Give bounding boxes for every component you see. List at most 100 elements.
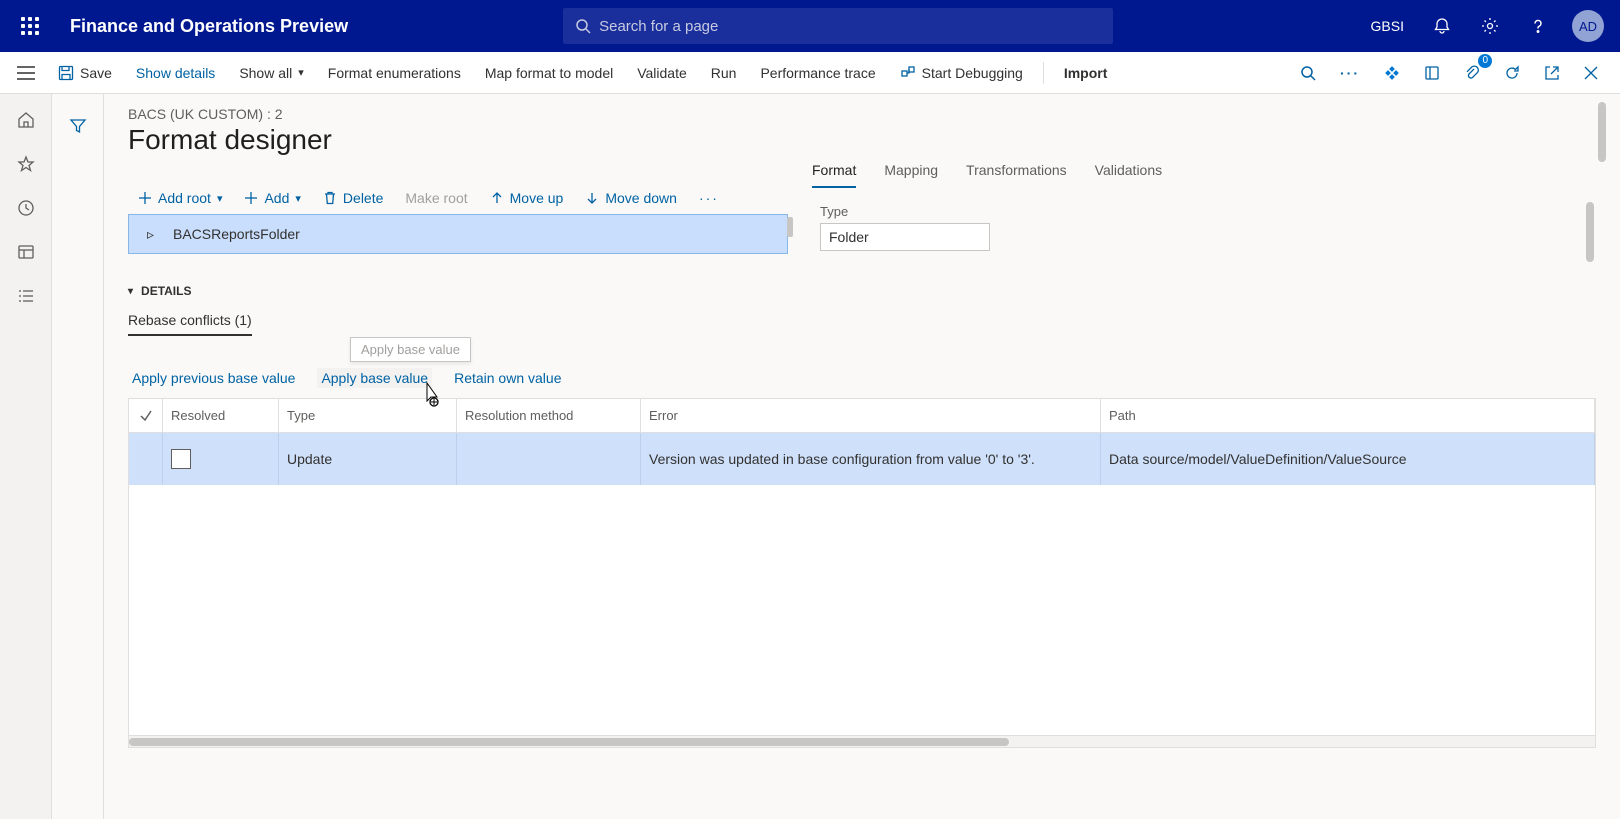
- tab-mapping[interactable]: Mapping: [884, 162, 938, 188]
- rebase-conflicts-tab[interactable]: Rebase conflicts (1): [128, 312, 252, 336]
- search-icon: [575, 18, 591, 34]
- collapse-icon: ▾: [128, 286, 133, 297]
- col-error[interactable]: Error: [641, 399, 1101, 433]
- map-format-button[interactable]: Map format to model: [473, 52, 625, 94]
- chevron-down-icon: ▾: [217, 192, 223, 205]
- nav-toggle-icon[interactable]: [6, 53, 46, 93]
- workspaces-icon[interactable]: [6, 232, 46, 272]
- tree-item-label: BACSReportsFolder: [173, 226, 300, 242]
- app-title: Finance and Operations Preview: [70, 16, 348, 37]
- apply-base-value-button[interactable]: Apply base value: [317, 368, 432, 388]
- help-icon[interactable]: [1516, 4, 1560, 48]
- action-bar: Save Show details Show all ▾ Format enum…: [0, 52, 1620, 94]
- property-tabs: Format Mapping Transformations Validatio…: [812, 162, 1596, 188]
- modules-icon[interactable]: [6, 276, 46, 316]
- col-resolved[interactable]: Resolved: [163, 399, 279, 433]
- settings-icon[interactable]: [1468, 4, 1512, 48]
- show-all-label: Show all: [239, 65, 292, 81]
- show-details-button[interactable]: Show details: [124, 52, 227, 94]
- col-method[interactable]: Resolution method: [457, 399, 641, 433]
- breadcrumb: BACS (UK CUSTOM) : 2: [128, 106, 1596, 122]
- user-avatar[interactable]: AD: [1572, 10, 1604, 42]
- save-button[interactable]: Save: [46, 52, 124, 94]
- row-handle[interactable]: [129, 433, 163, 485]
- conflicts-grid: Resolved Type Resolution method Error Pa…: [128, 398, 1596, 748]
- filter-icon[interactable]: [58, 106, 98, 146]
- tree-overflow-icon[interactable]: ···: [689, 182, 729, 214]
- home-icon[interactable]: [6, 100, 46, 140]
- chevron-down-icon: ▾: [295, 192, 301, 205]
- run-button[interactable]: Run: [699, 52, 749, 94]
- search-input[interactable]: [599, 18, 1101, 35]
- retain-own-value-button[interactable]: Retain own value: [450, 368, 565, 388]
- office-icon[interactable]: [1412, 52, 1452, 94]
- import-button[interactable]: Import: [1052, 52, 1120, 94]
- cell-resolved[interactable]: [163, 433, 279, 485]
- global-header: Finance and Operations Preview GBSI AD: [0, 0, 1620, 52]
- validate-button[interactable]: Validate: [625, 52, 699, 94]
- attachments-badge: 0: [1478, 54, 1492, 68]
- chevron-down-icon: ▾: [298, 66, 304, 79]
- popout-icon[interactable]: [1532, 52, 1572, 94]
- favorites-icon[interactable]: [6, 144, 46, 184]
- arrow-down-icon: [585, 191, 599, 205]
- debug-icon: [900, 65, 916, 81]
- global-search[interactable]: [563, 8, 1113, 44]
- grid-header-row: Resolved Type Resolution method Error Pa…: [129, 399, 1595, 433]
- attachments-icon[interactable]: 0: [1452, 52, 1492, 94]
- col-type[interactable]: Type: [279, 399, 457, 433]
- type-input[interactable]: Folder: [820, 223, 990, 251]
- tab-validations[interactable]: Validations: [1095, 162, 1162, 188]
- delete-button[interactable]: Delete: [313, 182, 393, 214]
- page-title: Format designer: [128, 124, 1596, 156]
- move-up-label: Move up: [510, 190, 564, 206]
- conflict-actions: Apply previous base value Apply base val…: [128, 368, 1596, 388]
- company-code[interactable]: GBSI: [1359, 18, 1416, 34]
- app-launcher-icon[interactable]: [8, 4, 52, 48]
- grid-row[interactable]: Update Version was updated in base confi…: [129, 433, 1595, 485]
- delete-label: Delete: [343, 190, 383, 206]
- details-label: DETAILS: [141, 284, 191, 298]
- type-label: Type: [820, 204, 1596, 219]
- show-all-button[interactable]: Show all ▾: [227, 52, 315, 94]
- expand-icon[interactable]: ▹: [147, 226, 165, 243]
- recent-icon[interactable]: [6, 188, 46, 228]
- start-debugging-label: Start Debugging: [922, 65, 1023, 81]
- move-up-button[interactable]: Move up: [480, 182, 574, 214]
- overflow-icon[interactable]: ···: [1328, 52, 1372, 94]
- plus-icon: [244, 191, 258, 205]
- details-header[interactable]: ▾ DETAILS: [128, 284, 1596, 298]
- tab-transformations[interactable]: Transformations: [966, 162, 1067, 188]
- save-icon: [58, 65, 74, 81]
- trash-icon: [323, 191, 337, 205]
- add-button[interactable]: Add ▾: [234, 182, 310, 214]
- search-action-icon[interactable]: [1288, 52, 1328, 94]
- diamond-icon[interactable]: [1372, 52, 1412, 94]
- performance-trace-button[interactable]: Performance trace: [748, 52, 887, 94]
- format-enumerations-button[interactable]: Format enumerations: [316, 52, 473, 94]
- move-down-button[interactable]: Move down: [575, 182, 687, 214]
- cell-type: Update: [279, 433, 457, 485]
- nav-rail: [0, 94, 52, 819]
- resolved-checkbox[interactable]: [171, 449, 191, 469]
- tree-root-item[interactable]: ▹ BACSReportsFolder: [128, 214, 788, 254]
- notifications-icon[interactable]: [1420, 4, 1464, 48]
- arrow-up-icon: [490, 191, 504, 205]
- splitter-handle[interactable]: [787, 217, 793, 237]
- tab-format[interactable]: Format: [812, 162, 856, 188]
- cell-path: Data source/model/ValueDefinition/ValueS…: [1101, 433, 1595, 485]
- add-root-button[interactable]: Add root ▾: [128, 182, 232, 214]
- apply-previous-base-button[interactable]: Apply previous base value: [128, 368, 299, 388]
- select-all-checkbox[interactable]: [129, 399, 163, 433]
- scrollbar-thumb[interactable]: [1586, 202, 1594, 262]
- horizontal-scrollbar[interactable]: [129, 735, 1595, 747]
- start-debugging-button[interactable]: Start Debugging: [888, 52, 1035, 94]
- col-path[interactable]: Path: [1101, 399, 1595, 433]
- plus-icon: [138, 191, 152, 205]
- add-root-label: Add root: [158, 190, 211, 206]
- refresh-icon[interactable]: [1492, 52, 1532, 94]
- cell-method: [457, 433, 641, 485]
- close-icon[interactable]: [1572, 52, 1610, 94]
- tree-toolbar: Add root ▾ Add ▾ Delete Make root: [128, 182, 788, 214]
- scrollbar-thumb[interactable]: [1598, 102, 1606, 162]
